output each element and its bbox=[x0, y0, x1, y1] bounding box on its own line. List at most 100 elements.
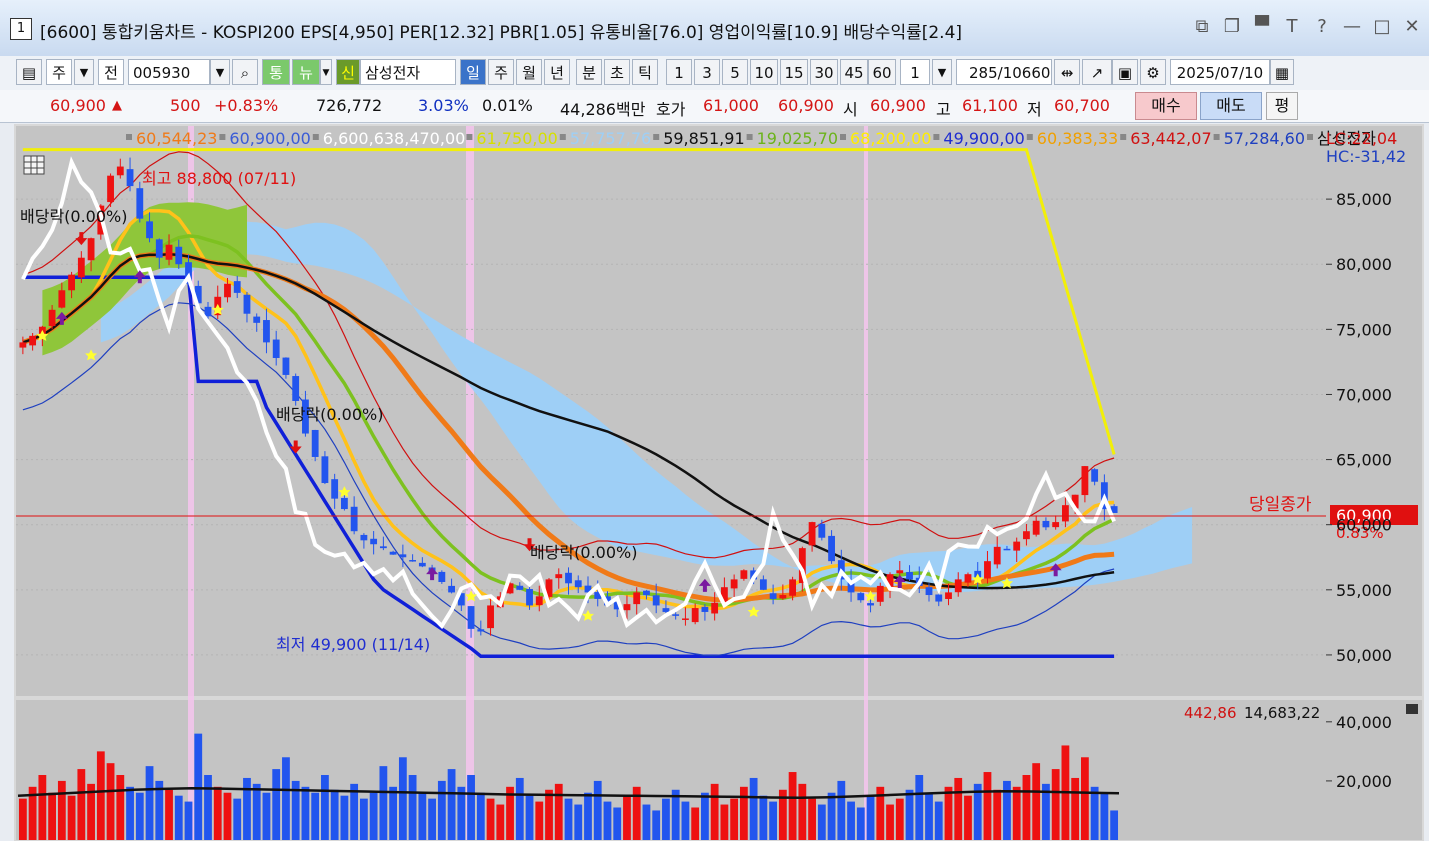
save-icon[interactable]: ▣ bbox=[1112, 59, 1138, 85]
tf-tick[interactable]: 틱 bbox=[632, 59, 658, 85]
window-number[interactable]: 1 bbox=[10, 18, 32, 40]
volume-bar bbox=[311, 792, 320, 840]
candle bbox=[1052, 522, 1060, 528]
volume-bar bbox=[1032, 763, 1041, 840]
volume-bar bbox=[389, 786, 398, 840]
candle bbox=[925, 587, 933, 596]
candle bbox=[526, 589, 533, 606]
volume-bar bbox=[915, 775, 924, 840]
candle bbox=[867, 603, 874, 606]
volume-bar bbox=[1081, 757, 1089, 840]
pin-icon[interactable]: ▀ bbox=[1253, 16, 1271, 37]
interval-15[interactable]: 15 bbox=[780, 59, 808, 85]
lc-label: LC:22,04 bbox=[1326, 129, 1397, 148]
volume-bar bbox=[223, 792, 232, 840]
code-input[interactable]: 005930 bbox=[128, 59, 210, 85]
candle bbox=[438, 571, 446, 582]
volume-bar bbox=[710, 783, 719, 840]
interval-60[interactable]: 60 bbox=[868, 59, 896, 85]
date-input[interactable]: 2025/07/10 bbox=[1170, 59, 1270, 85]
tong-button[interactable]: 통 bbox=[262, 59, 290, 85]
legend-swatch bbox=[746, 134, 753, 140]
volume-bar bbox=[243, 777, 251, 840]
close-label: 당일종가 bbox=[1249, 495, 1312, 515]
close-icon[interactable]: ✕ bbox=[1403, 16, 1421, 37]
legend-swatch bbox=[466, 134, 473, 140]
news-button[interactable]: 뉴 bbox=[292, 59, 320, 85]
news-dropdown-icon[interactable]: ▼ bbox=[320, 59, 332, 85]
price-change-pct: +0.83% bbox=[214, 96, 279, 115]
legend-item: 59,851,91 bbox=[663, 129, 744, 148]
eval-button[interactable]: 평 bbox=[1266, 92, 1298, 120]
interval-3[interactable]: 3 bbox=[694, 59, 720, 85]
tf-week[interactable]: 주 bbox=[488, 59, 514, 85]
tf-year[interactable]: 년 bbox=[544, 59, 570, 85]
display-count-field[interactable]: 285/10660 bbox=[956, 59, 1052, 85]
buy-button[interactable]: 매수 bbox=[1135, 92, 1197, 120]
link-icon[interactable]: ⧉ bbox=[1193, 16, 1211, 37]
tf-second[interactable]: 초 bbox=[604, 59, 630, 85]
copy-window-icon[interactable]: ❐ bbox=[1223, 16, 1241, 37]
candle bbox=[1003, 548, 1011, 551]
candle bbox=[379, 546, 387, 549]
legend-swatch bbox=[1213, 134, 1220, 140]
maximize-icon[interactable]: □ bbox=[1373, 16, 1391, 37]
zoom-icon[interactable]: ⇹ bbox=[1054, 59, 1080, 85]
interval-45[interactable]: 45 bbox=[840, 59, 868, 85]
volume-bar bbox=[895, 798, 904, 840]
layout-icon[interactable]: ▤ bbox=[16, 59, 42, 85]
open-label: 시 bbox=[843, 100, 858, 119]
candle bbox=[58, 290, 66, 308]
code-dropdown-icon[interactable]: ▼ bbox=[210, 59, 230, 85]
volume-bar bbox=[739, 786, 748, 840]
stock-chart[interactable]: 60,544,23 60,900,00 6,600,638,470,00 61,750… bbox=[14, 124, 1424, 841]
draw-icon[interactable]: ↗ bbox=[1082, 59, 1112, 85]
volume-bar bbox=[135, 792, 144, 840]
font-icon[interactable]: T bbox=[1283, 16, 1301, 37]
interval-30[interactable]: 30 bbox=[810, 59, 838, 85]
volume-pane[interactable] bbox=[16, 700, 1326, 840]
settings-icon[interactable]: ⚙ bbox=[1140, 59, 1166, 85]
ex-div-marker bbox=[864, 126, 868, 840]
volume-bar bbox=[983, 772, 992, 840]
candle bbox=[1023, 531, 1030, 540]
interval-10[interactable]: 10 bbox=[750, 59, 778, 85]
search-icon[interactable]: ⌕ bbox=[232, 59, 258, 85]
volume-pane-toggle-icon[interactable] bbox=[1406, 704, 1418, 714]
calendar-icon[interactable]: ▦ bbox=[1270, 59, 1294, 85]
sell-button[interactable]: 매도 bbox=[1200, 92, 1262, 120]
volume-legend-a: 442,86 bbox=[1184, 704, 1237, 722]
candle bbox=[662, 608, 670, 612]
tf-minute[interactable]: 분 bbox=[576, 59, 602, 85]
candle bbox=[779, 595, 787, 599]
volume-bar bbox=[856, 807, 865, 840]
price-tick-label: 50,000 bbox=[1336, 646, 1392, 665]
prev-button[interactable]: 전 bbox=[98, 59, 124, 85]
count-dropdown-icon[interactable]: ▼ bbox=[932, 59, 952, 85]
legend-swatch bbox=[312, 134, 319, 140]
volume-bar bbox=[691, 807, 700, 840]
volume-bar bbox=[720, 804, 729, 840]
candle bbox=[643, 590, 650, 596]
volume-bar bbox=[272, 769, 281, 840]
turnover-rate: 0.01% bbox=[482, 96, 533, 115]
count-input[interactable]: 1 bbox=[900, 59, 930, 85]
tf-day[interactable]: 일 bbox=[460, 59, 486, 85]
interval-1[interactable]: 1 bbox=[666, 59, 692, 85]
grid-toggle-icon[interactable] bbox=[23, 155, 45, 175]
interval-5[interactable]: 5 bbox=[722, 59, 748, 85]
volume-bar bbox=[233, 798, 242, 840]
candle bbox=[672, 614, 680, 616]
period-select[interactable]: 주 bbox=[46, 59, 72, 85]
stock-name-field[interactable]: 삼성전자 bbox=[360, 59, 456, 85]
candle bbox=[565, 572, 572, 584]
volume-bar bbox=[379, 766, 388, 840]
volume-bar bbox=[944, 786, 953, 840]
tf-month[interactable]: 월 bbox=[516, 59, 542, 85]
volume-bar bbox=[1051, 769, 1060, 840]
price-tick-label: 75,000 bbox=[1336, 320, 1392, 339]
minimize-icon[interactable]: — bbox=[1343, 16, 1361, 37]
chevron-down-icon[interactable]: ▼ bbox=[74, 59, 94, 85]
help-icon[interactable]: ? bbox=[1313, 16, 1331, 37]
candle bbox=[331, 479, 339, 499]
